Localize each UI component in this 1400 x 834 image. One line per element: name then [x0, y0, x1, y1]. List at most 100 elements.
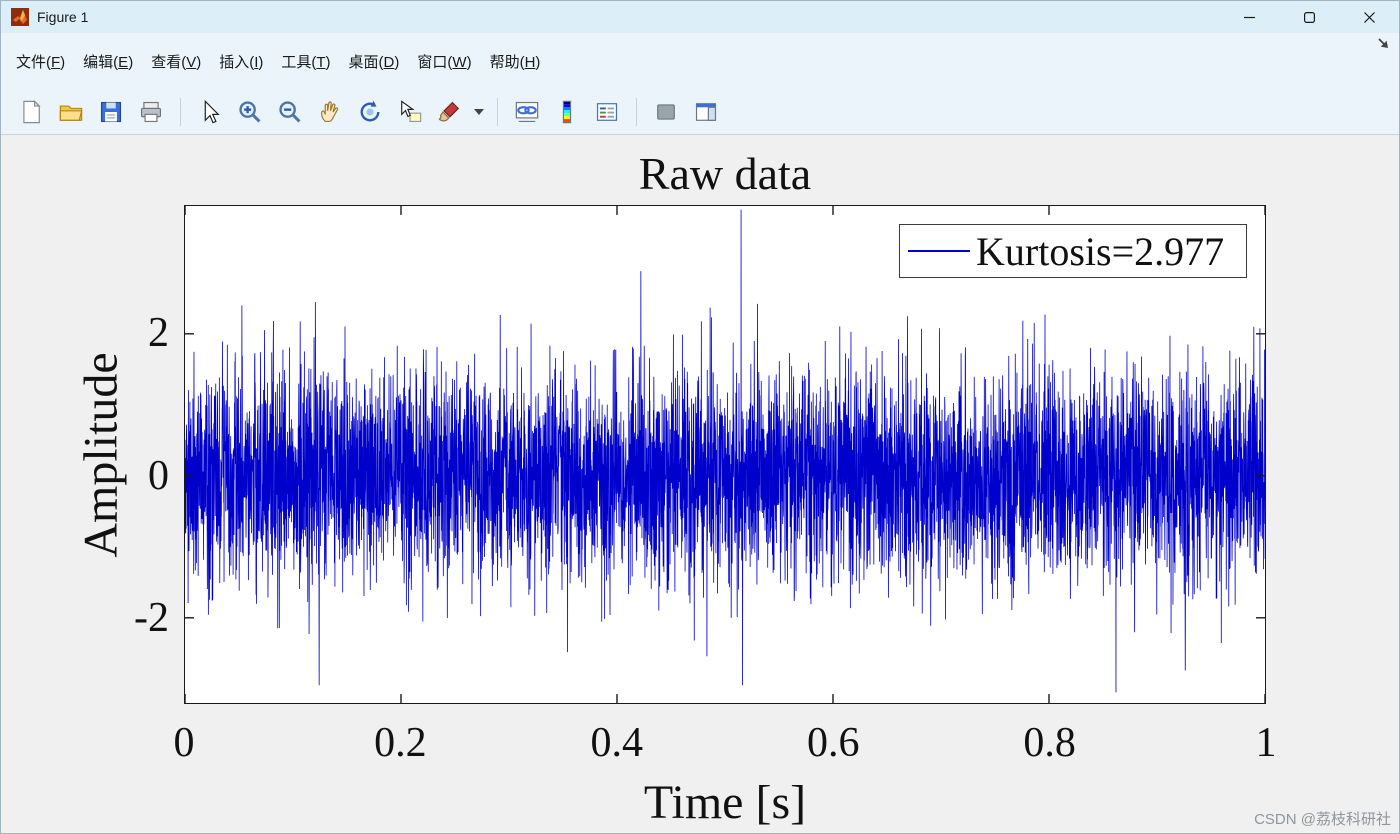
menu-label: )	[325, 53, 331, 71]
insert-legend-icon	[596, 102, 618, 121]
menu-label: )	[196, 53, 202, 71]
menu-label: 工具(	[281, 53, 317, 71]
menu-label: 帮助(	[489, 53, 525, 71]
dock-figure-icon	[1378, 38, 1388, 48]
hide-plot-tools-icon	[657, 103, 675, 120]
toolbar-separator	[497, 97, 498, 126]
rotate-3d-icon	[360, 100, 380, 121]
open-file-icon	[59, 105, 83, 121]
data-cursor-button[interactable]	[392, 94, 428, 130]
plot-axes[interactable]	[184, 205, 1266, 704]
menu-item-tools[interactable]: 工具(T)	[272, 45, 339, 78]
brush-dropdown-icon	[474, 108, 484, 115]
insert-colorbar-button[interactable]	[549, 94, 585, 130]
edit-plot-button[interactable]	[192, 94, 228, 130]
zoom-out-icon	[279, 100, 301, 122]
title-bar: Figure 1	[1, 1, 1399, 33]
figure-canvas: Raw data Amplitude Time [s] Kurtosis=2.9…	[1, 135, 1399, 833]
y-tick-label: -2	[134, 595, 169, 642]
figure-window: Figure 1 文件(F) 编辑(E) 查看(V) 插入(I) 工具(T) 桌…	[0, 0, 1400, 834]
legend-box[interactable]: Kurtosis=2.977	[899, 224, 1247, 278]
x-tick-label: 0	[173, 720, 195, 766]
toolbar-separator	[180, 97, 181, 126]
pan-button[interactable]	[312, 94, 348, 130]
menu-item-edit[interactable]: 编辑(E)	[74, 45, 142, 78]
maximize-button[interactable]	[1279, 1, 1339, 33]
x-tick-label: 0.4	[590, 720, 644, 766]
menu-accel: D	[383, 53, 395, 71]
menu-accel: E	[118, 53, 129, 71]
insert-colorbar-icon	[562, 100, 572, 123]
legend-label: Kurtosis=2.977	[976, 228, 1225, 274]
show-plot-tools-icon	[695, 102, 717, 121]
menu-item-window[interactable]: 窗口(W)	[408, 45, 480, 78]
menu-label: )	[258, 53, 264, 71]
y-tick-label: 2	[148, 310, 169, 357]
close-button[interactable]	[1339, 1, 1399, 33]
menu-label: 编辑(	[83, 53, 119, 71]
dock-figure-button[interactable]	[1375, 35, 1391, 56]
x-tick-label: 0.2	[374, 720, 427, 766]
new-figure-button[interactable]	[13, 94, 49, 130]
print-figure-icon	[140, 101, 162, 122]
brush-button[interactable]	[432, 94, 468, 130]
menu-label: 窗口(	[417, 53, 453, 71]
menu-item-desktop[interactable]: 桌面(D)	[340, 45, 409, 78]
menu-accel: H	[524, 53, 536, 71]
zoom-out-button[interactable]	[272, 94, 308, 130]
menu-item-view[interactable]: 查看(V)	[142, 45, 210, 78]
pan-icon	[321, 100, 339, 122]
open-file-button[interactable]	[53, 94, 89, 130]
close-icon	[1363, 11, 1375, 23]
minimize-icon	[1243, 16, 1255, 18]
edit-plot-icon	[204, 99, 220, 123]
menu-item-help[interactable]: 帮助(H)	[481, 45, 550, 78]
menu-item-insert[interactable]: 插入(I)	[210, 45, 272, 78]
x-tick-label: 0.8	[1023, 720, 1076, 766]
x-tick-label: 1	[1255, 720, 1277, 766]
menu-label: )	[128, 53, 134, 71]
save-figure-icon	[100, 101, 122, 122]
print-figure-button[interactable]	[133, 94, 169, 130]
save-figure-button[interactable]	[93, 94, 129, 130]
menu-label: 文件(	[16, 53, 51, 71]
menu-label: )	[60, 53, 66, 71]
menu-accel: V	[186, 53, 197, 71]
menu-label: )	[535, 53, 541, 71]
maximize-icon	[1303, 11, 1315, 23]
menu-accel: T	[316, 53, 326, 71]
menu-label: )	[466, 53, 472, 71]
menu-item-file[interactable]: 文件(F)	[7, 45, 74, 78]
insert-legend-button[interactable]	[589, 94, 625, 130]
new-figure-icon	[23, 99, 41, 123]
menu-label: 插入(	[219, 53, 255, 71]
brush-dropdown-button[interactable]	[472, 94, 486, 130]
toolbar	[1, 89, 1399, 135]
watermark-text: CSDN @荔枝科研社	[1254, 811, 1391, 828]
zoom-in-icon	[239, 100, 261, 122]
menu-accel: W	[452, 53, 467, 71]
window-controls	[1219, 1, 1399, 33]
menu-bar: 文件(F) 编辑(E) 查看(V) 插入(I) 工具(T) 桌面(D) 窗口(W…	[1, 33, 1399, 89]
show-plot-tools-button[interactable]	[688, 94, 724, 130]
rotate-3d-button[interactable]	[352, 94, 388, 130]
minimize-button[interactable]	[1219, 1, 1279, 33]
hide-plot-tools-button[interactable]	[648, 94, 684, 130]
menu-label: 查看(	[151, 53, 187, 71]
menu-label: )	[394, 53, 400, 71]
toolbar-separator	[636, 97, 637, 126]
plot-title: Raw data	[638, 148, 812, 199]
data-cursor-icon	[401, 99, 422, 122]
signal-plot	[185, 206, 1265, 703]
legend-line-sample	[908, 250, 970, 252]
y-tick-label: 0	[148, 452, 169, 499]
link-plot-icon	[515, 101, 539, 122]
matlab-logo-icon	[11, 8, 29, 26]
link-plot-button[interactable]	[509, 94, 545, 130]
x-axis-label: Time [s]	[643, 776, 807, 829]
brush-icon	[438, 101, 460, 121]
zoom-in-button[interactable]	[232, 94, 268, 130]
menu-accel: F	[51, 53, 61, 71]
x-tick-label: 0.6	[806, 720, 860, 766]
menu-label: 桌面(	[348, 53, 384, 71]
